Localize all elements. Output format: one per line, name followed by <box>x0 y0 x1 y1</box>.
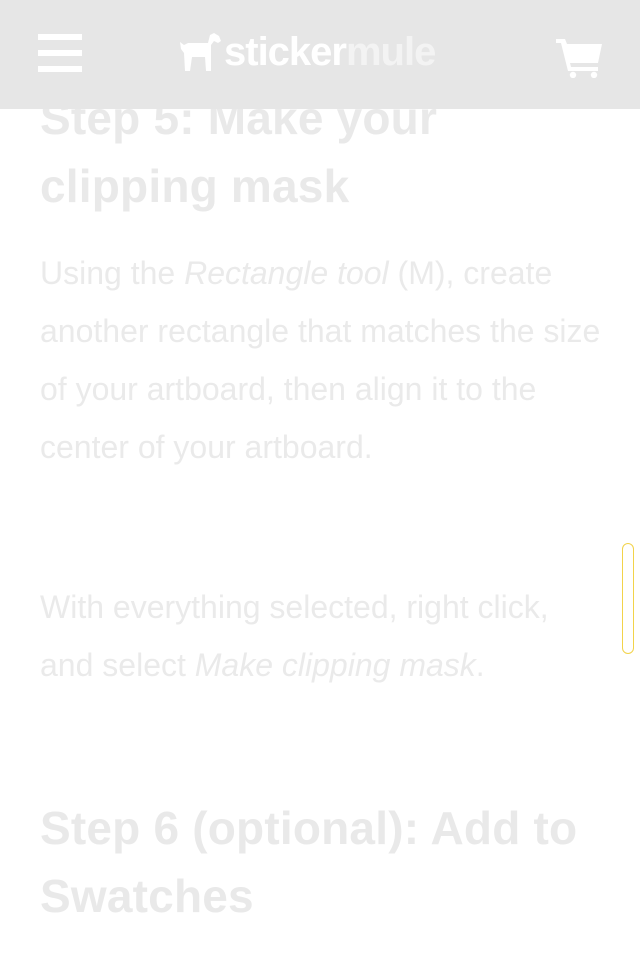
step5-paragraph-1: Using the Rectangle tool (M), create ano… <box>40 244 610 476</box>
scrollbar-thumb[interactable] <box>622 543 634 654</box>
cart-icon[interactable] <box>556 36 604 78</box>
p2-italic-term: Make clipping mask <box>194 647 476 683</box>
p2-text-after: . <box>475 647 485 683</box>
p1-text-before: Using the <box>40 255 185 291</box>
site-header: stickermule <box>0 0 640 109</box>
p1-italic-term: Rectangle tool <box>184 255 389 291</box>
logo-word-mule: mule <box>345 30 436 74</box>
mule-icon <box>180 33 221 71</box>
sticker-mule-logo[interactable]: stickermule <box>178 28 436 76</box>
hamburger-icon[interactable] <box>38 34 82 72</box>
logo-word-sticker: sticker <box>224 30 347 74</box>
logo-wordmark: stickermule <box>224 30 436 74</box>
step5-paragraph-2: With everything selected, right click, a… <box>40 578 600 694</box>
step6-heading: Step 6 (optional): Add to Swatches <box>40 802 578 922</box>
page: Step 5: Make your clipping mask Using th… <box>0 0 640 959</box>
